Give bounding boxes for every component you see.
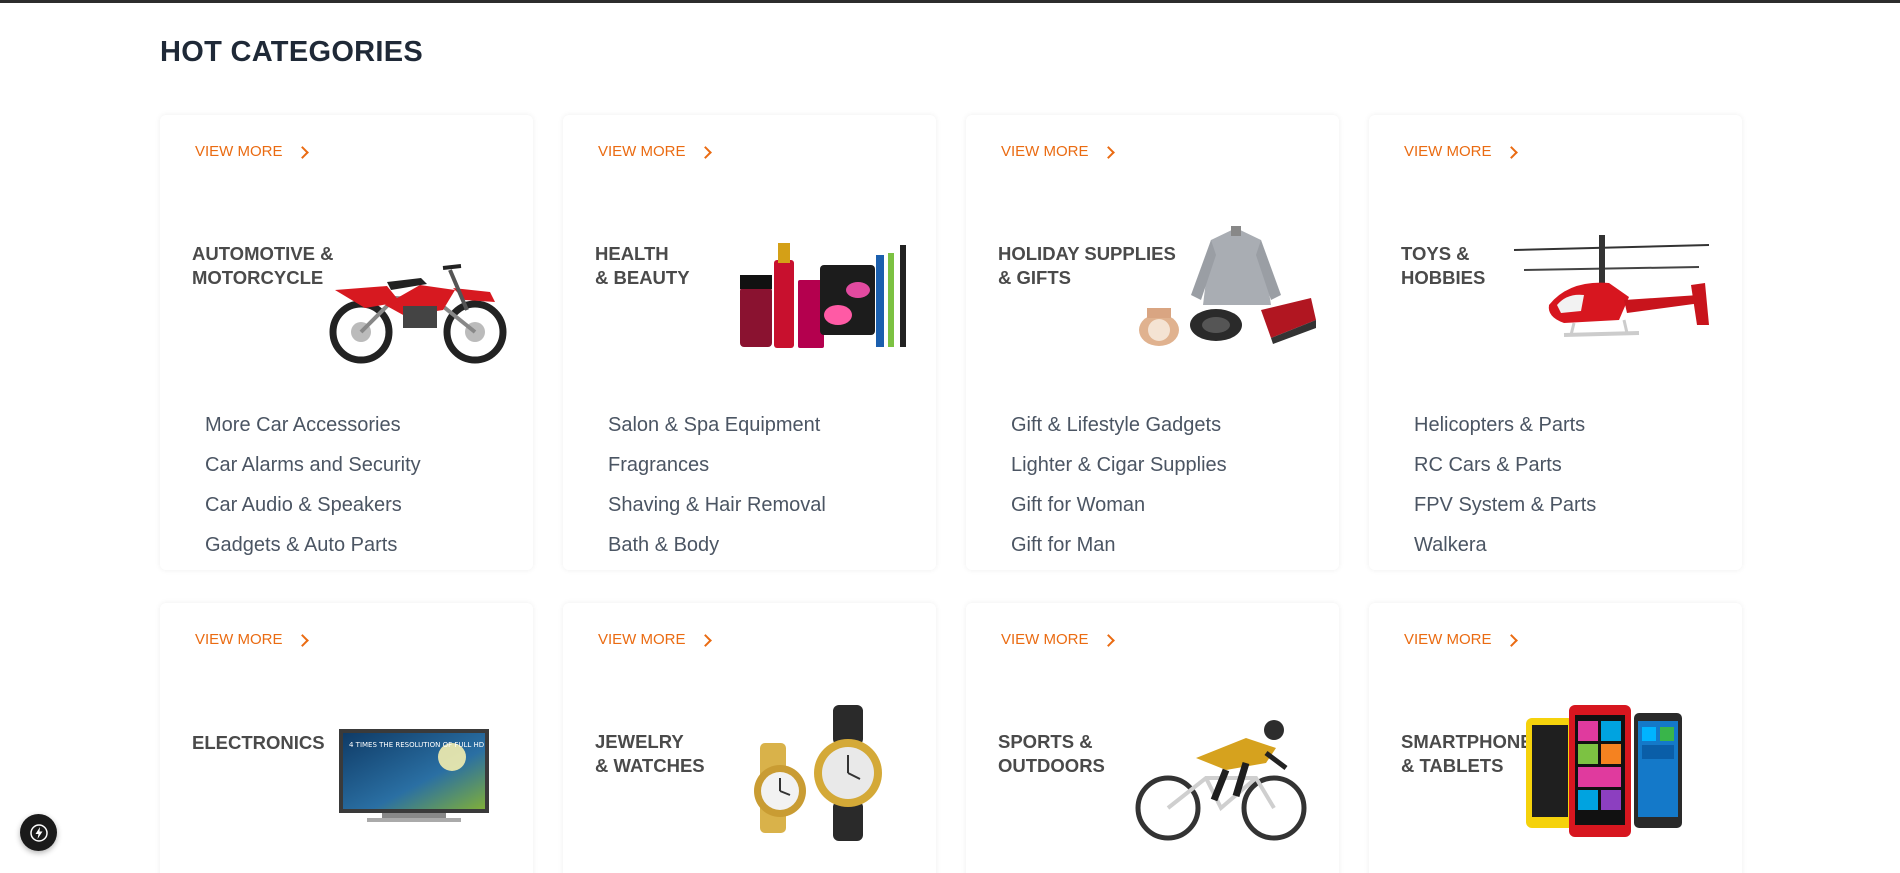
top-border — [0, 0, 1900, 3]
subcategory-link[interactable]: Car Audio & Speakers — [205, 485, 421, 525]
view-more-link[interactable]: VIEW MORE — [1001, 631, 1116, 648]
view-more-label: VIEW MORE — [1404, 631, 1492, 648]
subcategory-link[interactable]: Helicopters & Parts — [1414, 405, 1596, 445]
subcategory-list: More Car Accessories Car Alarms and Secu… — [205, 405, 421, 565]
category-card-sports-outdoors: VIEW MORE SPORTS & OUTDOORS — [966, 603, 1339, 873]
subcategory-link[interactable]: Gift for Woman — [1011, 485, 1227, 525]
chevron-right-icon — [1103, 633, 1116, 646]
chevron-right-icon — [1506, 145, 1519, 158]
category-card-holiday-gifts: VIEW MORE HOLIDAY SUPPLIES & GIFTS Gift … — [966, 115, 1339, 570]
view-more-link[interactable]: VIEW MORE — [1404, 143, 1519, 160]
category-card-smartphones-tablets: VIEW MORE SMARTPHONES & TABLETS — [1369, 603, 1742, 873]
chevron-right-icon — [700, 145, 713, 158]
category-card-health-beauty: VIEW MORE HEALTH & BEAUTY Salon & Spa Eq… — [563, 115, 936, 570]
category-title[interactable]: SPORTS & OUTDOORS — [998, 730, 1105, 778]
category-title[interactable]: HEALTH & BEAUTY — [595, 242, 690, 290]
subcategory-link[interactable]: RC Cars & Parts — [1414, 445, 1596, 485]
category-title[interactable]: JEWELRY & WATCHES — [595, 730, 705, 778]
category-title[interactable]: AUTOMOTIVE & MOTORCYCLE — [192, 242, 334, 290]
chevron-right-icon — [1103, 145, 1116, 158]
view-more-link[interactable]: VIEW MORE — [195, 631, 310, 648]
subcategory-list: Salon & Spa Equipment Fragrances Shaving… — [608, 405, 826, 565]
view-more-link[interactable]: VIEW MORE — [1404, 631, 1519, 648]
view-more-link[interactable]: VIEW MORE — [598, 143, 713, 160]
subcategory-link[interactable]: Salon & Spa Equipment — [608, 405, 826, 445]
view-more-link[interactable]: VIEW MORE — [195, 143, 310, 160]
category-title[interactable]: TOYS & HOBBIES — [1401, 242, 1485, 290]
cosmetics-image[interactable] — [738, 235, 913, 360]
subcategory-link[interactable]: Bath & Body — [608, 525, 826, 565]
subcategory-link[interactable]: Car Alarms and Security — [205, 445, 421, 485]
view-more-label: VIEW MORE — [598, 143, 686, 160]
smartphones-image[interactable] — [1524, 703, 1694, 843]
floating-action-button[interactable] — [20, 814, 57, 851]
category-card-jewelry-watches: VIEW MORE JEWELRY & WATCHES — [563, 603, 936, 873]
chevron-right-icon — [297, 633, 310, 646]
view-more-link[interactable]: VIEW MORE — [598, 631, 713, 648]
chevron-right-icon — [700, 633, 713, 646]
subcategory-list: Gift & Lifestyle Gadgets Lighter & Cigar… — [1011, 405, 1227, 565]
chevron-right-icon — [1506, 633, 1519, 646]
subcategory-link[interactable]: FPV System & Parts — [1414, 485, 1596, 525]
helicopter-image[interactable] — [1509, 225, 1714, 355]
view-more-label: VIEW MORE — [195, 631, 283, 648]
subcategory-link[interactable]: More Car Accessories — [205, 405, 421, 445]
subcategory-link[interactable]: Shaving & Hair Removal — [608, 485, 826, 525]
cyclist-image[interactable] — [1126, 708, 1321, 848]
motorcycle-image[interactable] — [325, 250, 515, 365]
view-more-label: VIEW MORE — [598, 631, 686, 648]
chevron-right-icon — [297, 145, 310, 158]
view-more-label: VIEW MORE — [195, 143, 283, 160]
subcategory-link[interactable]: Gift for Man — [1011, 525, 1227, 565]
page-title: HOT CATEGORIES — [160, 36, 424, 68]
lightning-icon — [29, 823, 48, 842]
watches-image[interactable] — [738, 703, 888, 843]
subcategory-list: Helicopters & Parts RC Cars & Parts FPV … — [1414, 405, 1596, 565]
tv-screen-text: 4 TIMES THE RESOLUTION OF FULL HD — [349, 741, 484, 749]
view-more-label: VIEW MORE — [1001, 143, 1089, 160]
category-card-toys-hobbies: VIEW MORE TOYS & HOBBIES Helicopters & P… — [1369, 115, 1742, 570]
category-card-automotive: VIEW MORE AUTOMOTIVE & MOTORCYCLE More C… — [160, 115, 533, 570]
subcategory-link[interactable]: Gadgets & Auto Parts — [205, 525, 421, 565]
subcategory-link[interactable]: Fragrances — [608, 445, 826, 485]
view-more-label: VIEW MORE — [1001, 631, 1089, 648]
subcategory-link[interactable]: Lighter & Cigar Supplies — [1011, 445, 1227, 485]
subcategory-link[interactable]: Gift & Lifestyle Gadgets — [1011, 405, 1227, 445]
category-title[interactable]: ELECTRONICS — [192, 731, 325, 755]
view-more-label: VIEW MORE — [1404, 143, 1492, 160]
view-more-link[interactable]: VIEW MORE — [1001, 143, 1116, 160]
subcategory-link[interactable]: Walkera — [1414, 525, 1596, 565]
category-card-electronics: VIEW MORE ELECTRONICS 4 TIMES THE RESOLU… — [160, 603, 533, 873]
tv-image[interactable]: 4 TIMES THE RESOLUTION OF FULL HD — [337, 727, 492, 827]
gifts-image[interactable] — [1131, 220, 1321, 360]
